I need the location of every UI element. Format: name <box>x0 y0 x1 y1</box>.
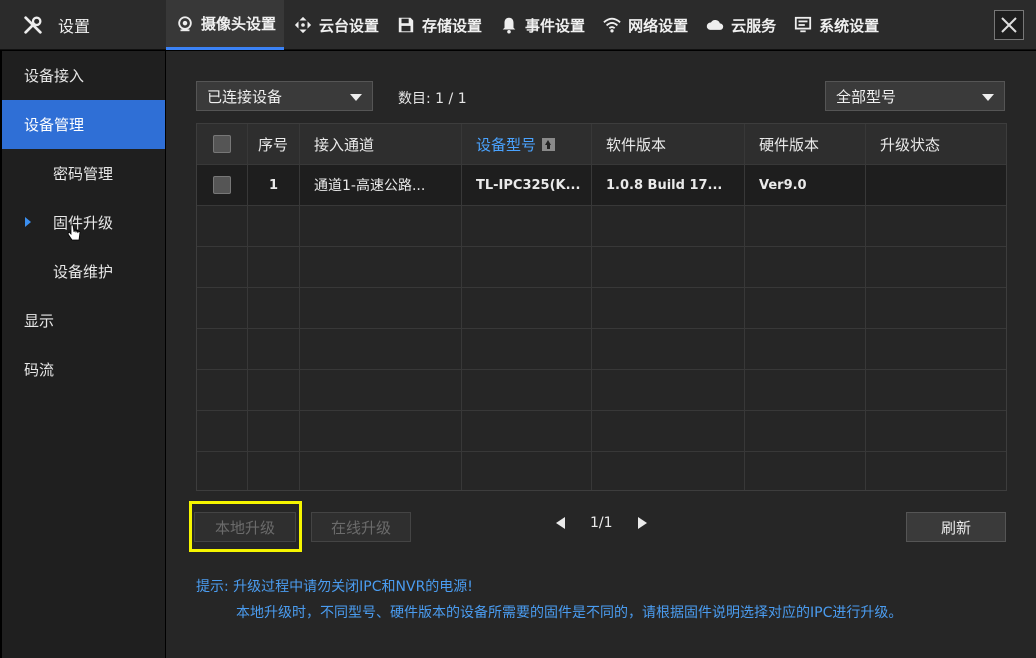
sort-ascending-icon[interactable] <box>542 137 556 151</box>
table-row[interactable]: 1 通道1-高速公路... TL-IPC325(K... 1.0.8 Build… <box>197 165 1006 206</box>
online-upgrade-button[interactable]: 在线升级 <box>311 512 411 542</box>
sidebar-item-label: 设备接入 <box>24 67 85 85</box>
row-upgrade-status <box>866 165 1006 205</box>
monitor-icon <box>794 16 812 33</box>
column-header[interactable]: 软件版本 <box>592 124 745 164</box>
hint-line-2: 本地升级时，不同型号、硬件版本的设备所需要的固件是不同的，请根据固件说明选择对应… <box>236 605 903 621</box>
empty-row <box>197 288 1006 329</box>
model-filter-select[interactable]: 全部型号 <box>825 81 1005 111</box>
table-header: 序号 接入通道 设备型号 软件版本 硬件版本 升级状态 <box>197 124 1006 165</box>
mouse-cursor-icon <box>67 224 81 241</box>
chevron-down-icon <box>982 94 994 101</box>
column-header[interactable]: 升级状态 <box>866 124 1006 164</box>
row-checkbox[interactable] <box>213 176 231 194</box>
select-all-checkbox[interactable] <box>213 135 231 153</box>
column-header[interactable]: 硬件版本 <box>745 124 866 164</box>
ptz-icon <box>294 16 312 34</box>
camera-icon <box>178 15 192 31</box>
hint-line-1: 提示: 升级过程中请勿关闭IPC和NVR的电源! <box>196 579 473 595</box>
empty-row <box>197 411 1006 452</box>
close-button[interactable] <box>994 10 1024 40</box>
tab-network-settings[interactable]: 网络设置 <box>593 0 696 50</box>
sidebar-item-label: 设备维护 <box>53 263 114 281</box>
row-model: TL-IPC325(K... <box>462 165 592 205</box>
tab-cloud-service[interactable]: 云服务 <box>696 0 784 50</box>
sidebar-item-label: 码流 <box>24 361 55 379</box>
device-filter-value: 已连接设备 <box>207 87 283 106</box>
sidebar-item-device-access[interactable]: 设备接入 <box>2 51 165 100</box>
refresh-button[interactable]: 刷新 <box>906 512 1006 542</box>
sidebar-item-password-management[interactable]: 密码管理 <box>2 149 165 198</box>
tab-ptz-settings[interactable]: 云台设置 <box>284 0 387 50</box>
cloud-icon <box>706 19 724 30</box>
prev-page-icon[interactable] <box>556 517 565 529</box>
tab-label: 存储设置 <box>422 16 483 35</box>
current-indicator-icon <box>25 217 31 227</box>
model-filter-value: 全部型号 <box>836 87 897 106</box>
device-filter-select[interactable]: 已连接设备 <box>196 81 373 111</box>
tab-label: 云服务 <box>731 16 777 35</box>
sidebar-item-device-management[interactable]: 设备管理 <box>2 100 165 149</box>
column-header-label: 设备型号 <box>476 135 537 154</box>
empty-row <box>197 206 1006 247</box>
tools-icon <box>24 16 42 34</box>
column-header[interactable]: 序号 <box>248 124 300 164</box>
tab-event-settings[interactable]: 事件设置 <box>490 0 593 50</box>
save-icon <box>398 17 414 33</box>
sidebar-item-label: 设备管理 <box>24 116 85 134</box>
close-icon <box>1001 17 1017 33</box>
top-bar: 设置 摄像头设置 云台设置 存储设置 事件设置 网络设置 云服务 系统设置 <box>0 0 1036 50</box>
settings-title: 设置 <box>58 17 91 36</box>
bell-icon <box>502 17 516 34</box>
local-upgrade-button[interactable]: 本地升级 <box>194 512 296 542</box>
empty-row <box>197 329 1006 370</box>
empty-row <box>197 370 1006 411</box>
empty-row <box>197 247 1006 288</box>
column-header-model[interactable]: 设备型号 <box>462 124 592 164</box>
row-select-cell <box>197 165 248 205</box>
settings-header: 设置 <box>0 0 165 50</box>
tab-label: 网络设置 <box>628 16 689 35</box>
device-table: 序号 接入通道 设备型号 软件版本 硬件版本 升级状态 1 通道1-高速公路..… <box>196 123 1007 491</box>
tab-label: 系统设置 <box>819 16 880 35</box>
page-indicator: 1/1 <box>590 515 613 531</box>
tab-label: 摄像头设置 <box>201 15 277 33</box>
tab-camera-settings[interactable]: 摄像头设置 <box>166 0 285 50</box>
select-all-cell <box>197 124 248 164</box>
sidebar-item-firmware-upgrade[interactable]: 固件升级 <box>2 198 165 247</box>
sidebar-item-device-maintenance[interactable]: 设备维护 <box>2 247 165 296</box>
sidebar-item-label: 固件升级 <box>53 214 114 232</box>
next-page-icon[interactable] <box>638 517 647 529</box>
column-header[interactable]: 接入通道 <box>300 124 462 164</box>
row-index: 1 <box>248 165 300 205</box>
firmware-upgrade-panel: 已连接设备 数目: 1 / 1 全部型号 序号 接入通道 设备型号 软件版本 硬… <box>166 51 1036 658</box>
tab-label: 云台设置 <box>319 16 380 35</box>
main-tabs: 摄像头设置 云台设置 存储设置 事件设置 网络设置 云服务 系统设置 <box>166 0 887 50</box>
sidebar-item-label: 密码管理 <box>53 165 114 183</box>
device-count: 数目: 1 / 1 <box>398 91 467 107</box>
tab-storage-settings[interactable]: 存储设置 <box>387 0 490 50</box>
sidebar-item-display[interactable]: 显示 <box>2 296 165 345</box>
row-software-version: 1.0.8 Build 17... <box>592 165 745 205</box>
wifi-icon <box>603 17 621 33</box>
sidebar: 设备接入 设备管理 密码管理 固件升级 设备维护 显示 码流 <box>2 51 165 658</box>
chevron-down-icon <box>350 94 362 101</box>
sidebar-item-stream[interactable]: 码流 <box>2 345 165 394</box>
tab-system-settings[interactable]: 系统设置 <box>784 0 887 50</box>
row-channel: 通道1-高速公路... <box>300 165 462 205</box>
empty-row <box>197 452 1006 490</box>
row-hardware-version: Ver9.0 <box>745 165 866 205</box>
tab-label: 事件设置 <box>525 16 586 35</box>
sidebar-item-label: 显示 <box>24 312 55 330</box>
